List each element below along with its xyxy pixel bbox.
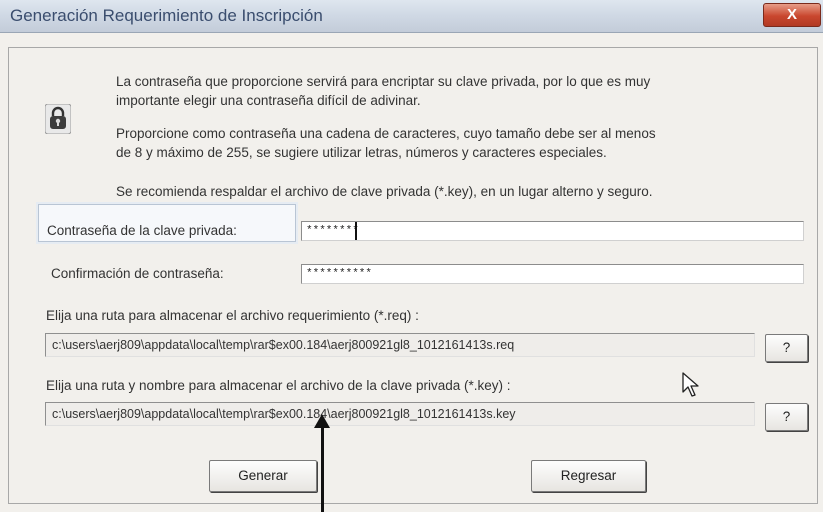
info-text-2a: Proporcione como contraseña una cadena d… xyxy=(116,126,656,141)
text-caret xyxy=(355,222,357,240)
generate-button[interactable]: Generar xyxy=(209,460,317,492)
password-field[interactable] xyxy=(301,221,804,241)
key-path-field[interactable]: c:\users\aerj809\appdata\local\temp\rar$… xyxy=(45,402,755,426)
confirm-label: Confirmación de contraseña: xyxy=(51,266,224,281)
window-title: Generación Requerimiento de Inscripción xyxy=(10,6,323,25)
info-text-3: Se recomienda respaldar el archivo de cl… xyxy=(116,184,653,199)
back-button[interactable]: Regresar xyxy=(531,460,646,492)
req-path-field[interactable]: c:\users\aerj809\appdata\local\temp\rar$… xyxy=(45,333,755,357)
close-button[interactable]: X xyxy=(763,3,821,27)
mouse-pointer-icon xyxy=(682,372,699,397)
title-bar: Generación Requerimiento de Inscripción … xyxy=(0,0,823,33)
confirm-password-field[interactable] xyxy=(301,264,804,284)
lock-icon xyxy=(45,104,71,134)
req-help-button[interactable]: ? xyxy=(765,334,808,362)
annotation-arrow-line xyxy=(321,425,324,512)
key-path-label: Elija una ruta y nombre para almacenar e… xyxy=(46,378,511,393)
key-help-button[interactable]: ? xyxy=(765,403,808,431)
info-text-1a: La contraseña que proporcione servirá pa… xyxy=(116,74,651,89)
req-path-label: Elija una ruta para almacenar el archivo… xyxy=(46,308,419,323)
info-text-1b: importante elegir una contraseña difícil… xyxy=(116,93,421,108)
password-label: Contraseña de la clave privada: xyxy=(47,223,237,238)
info-text-2b: de 8 y máximo de 255, se sugiere utiliza… xyxy=(116,145,607,160)
